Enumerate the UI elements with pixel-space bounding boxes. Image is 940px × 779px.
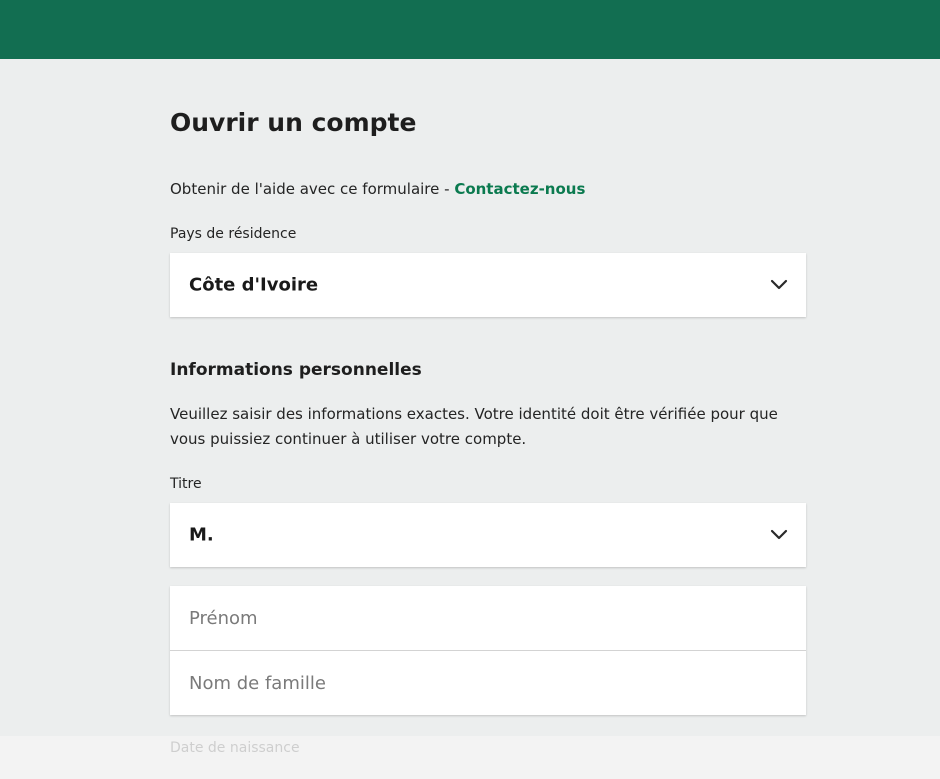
- help-line: Obtenir de l'aide avec ce formulaire - C…: [170, 180, 585, 198]
- title-select-value: M.: [189, 524, 214, 546]
- contact-us-link[interactable]: Contactez-nous: [454, 180, 585, 198]
- title-label: Titre: [170, 476, 202, 492]
- title-select[interactable]: M.: [170, 503, 806, 567]
- first-name-input[interactable]: [170, 586, 806, 650]
- help-text: Obtenir de l'aide avec ce formulaire -: [170, 180, 455, 198]
- country-select-value: Côte d'Ivoire: [189, 274, 319, 296]
- name-fields: [170, 586, 806, 715]
- birthdate-label: Date de naissance: [170, 740, 300, 756]
- country-of-residence-label: Pays de résidence: [170, 226, 297, 242]
- country-select[interactable]: Côte d'Ivoire: [170, 253, 806, 317]
- personal-info-description: Veuillez saisir des informations exactes…: [170, 405, 778, 448]
- bottom-overlay: [0, 736, 940, 779]
- personal-info-title: Informations personnelles: [170, 360, 422, 380]
- chevron-down-icon: [770, 279, 788, 290]
- chevron-down-icon: [770, 529, 788, 540]
- top-header-bar: [0, 0, 940, 59]
- page-title: Ouvrir un compte: [170, 108, 417, 137]
- last-name-input[interactable]: [170, 651, 806, 715]
